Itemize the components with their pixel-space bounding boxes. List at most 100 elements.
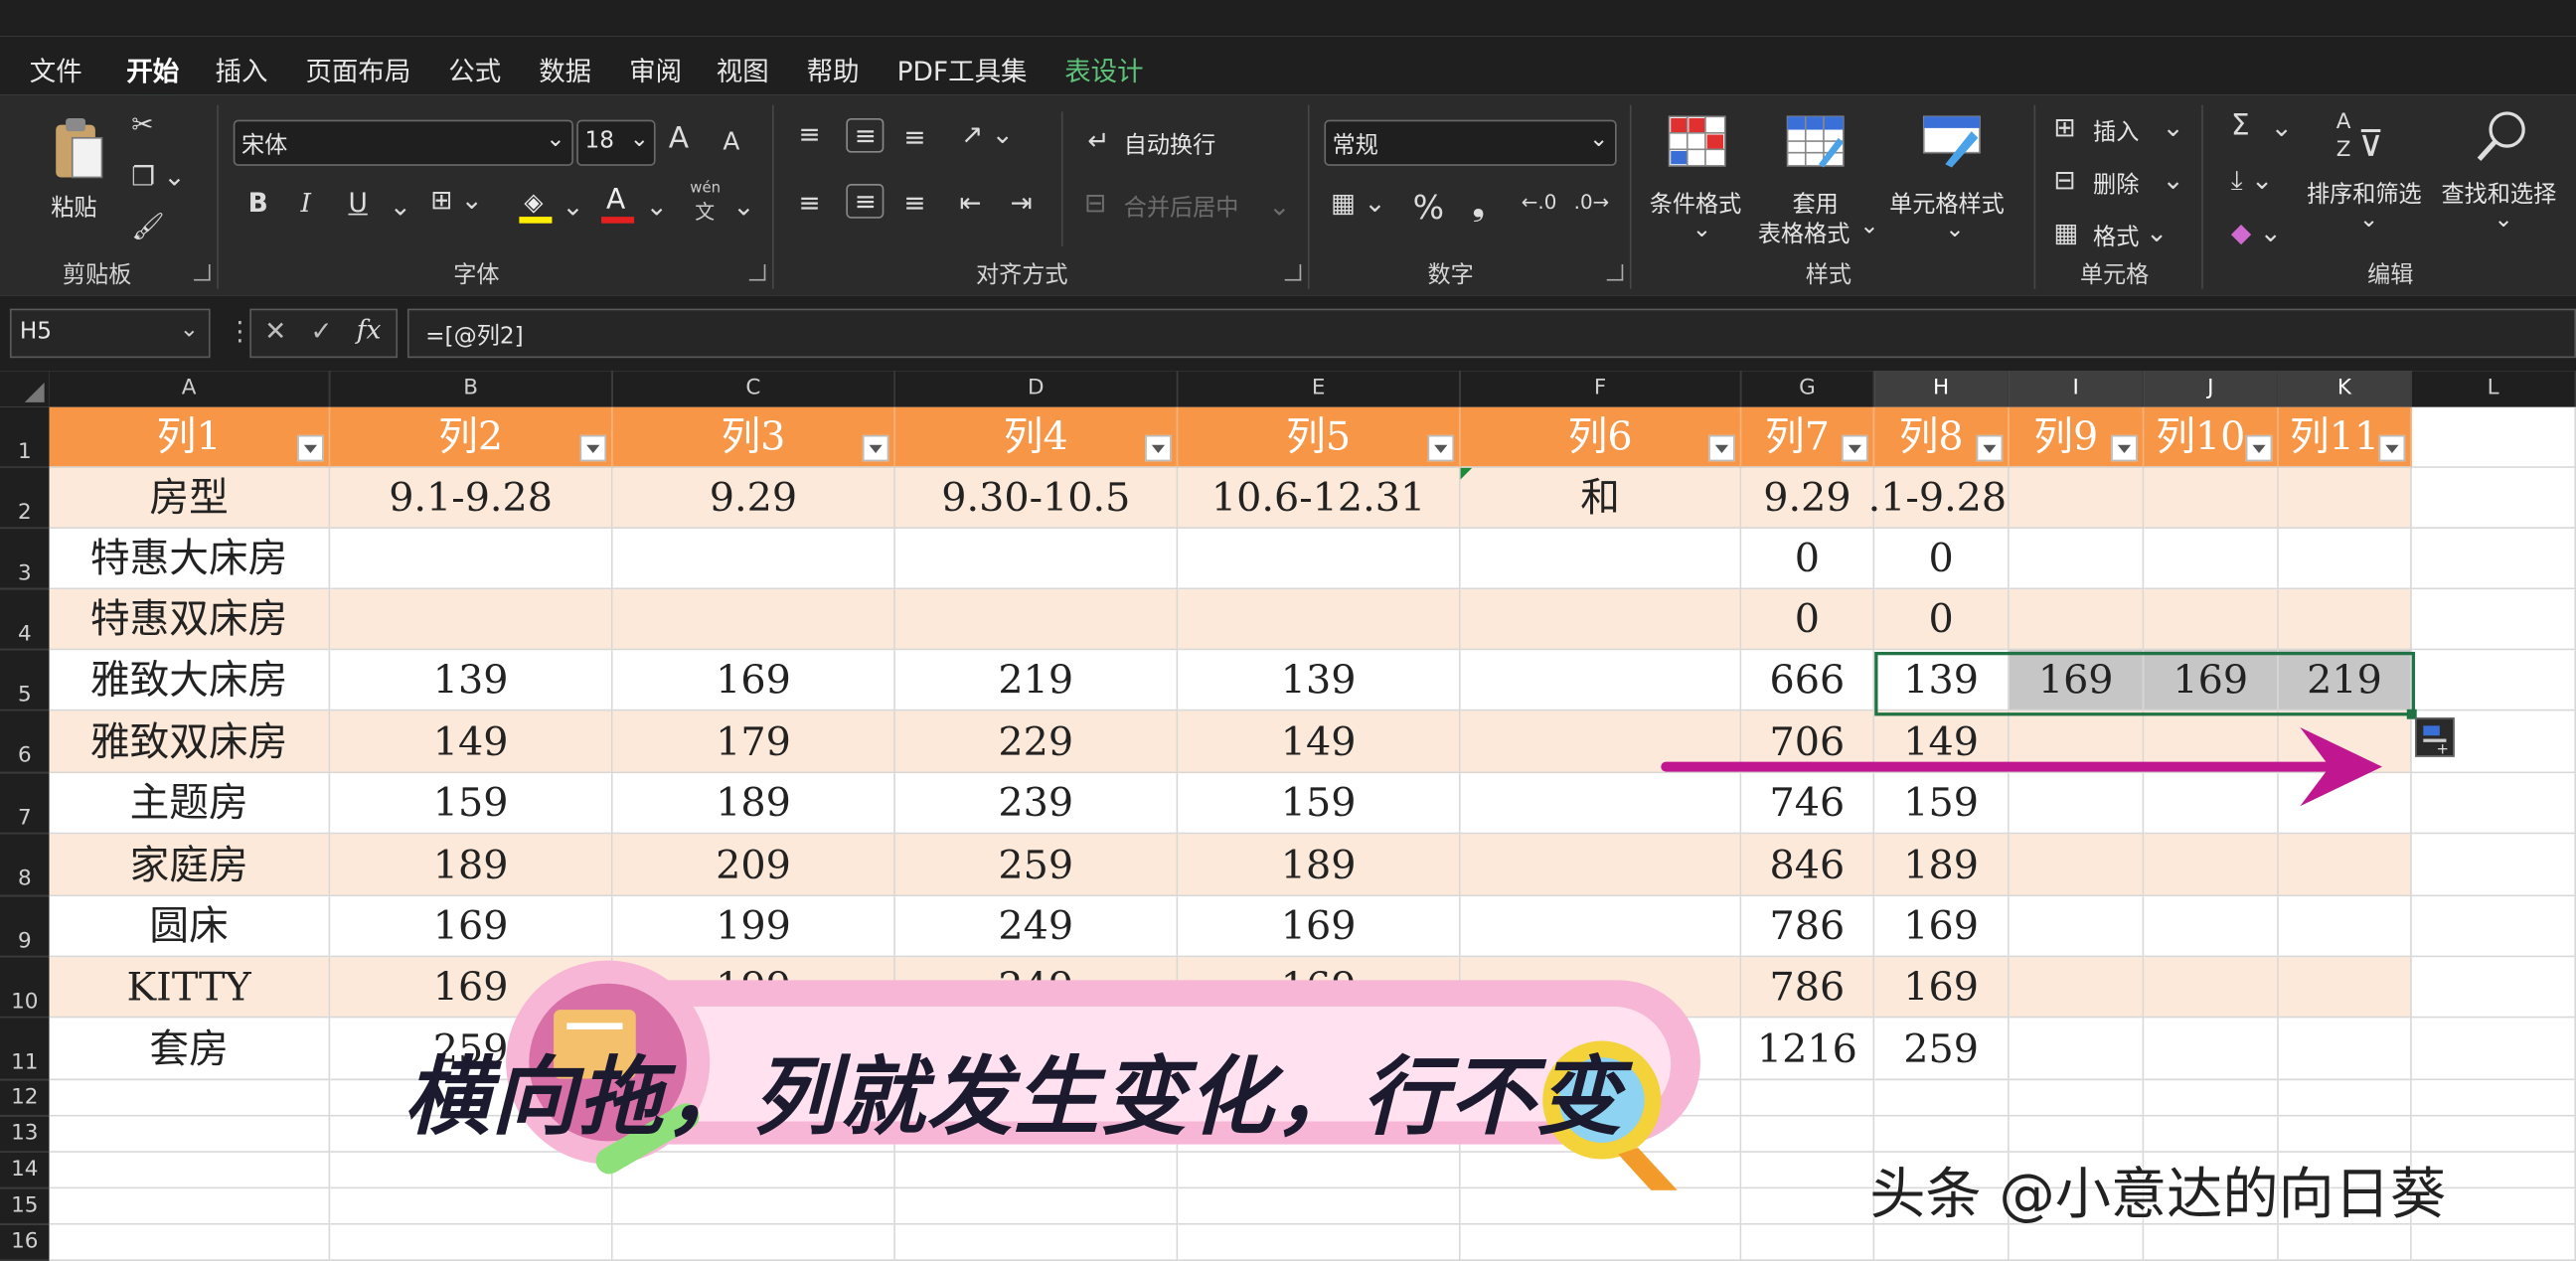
accounting-icon[interactable]: ▦ ⌄ xyxy=(1331,187,1386,218)
empty-cell[interactable] xyxy=(2411,834,2576,897)
column-header[interactable]: I xyxy=(2009,371,2145,407)
table-row-cell[interactable]: 159 xyxy=(1178,773,1461,835)
table-row-cell[interactable] xyxy=(1460,589,1742,651)
clear-icon[interactable]: ◆ ⌄ xyxy=(2231,217,2282,247)
table-row-cell[interactable]: 189 xyxy=(330,834,613,897)
table-row-cell[interactable] xyxy=(894,529,1179,590)
empty-cell[interactable] xyxy=(2009,1080,2145,1117)
percent-button[interactable]: % xyxy=(1413,187,1444,227)
sort-filter-button[interactable]: AZ ⊽ 排序和筛选 ⌄ xyxy=(2307,108,2432,252)
empty-cell[interactable] xyxy=(330,1188,613,1225)
empty-cell[interactable] xyxy=(49,1080,331,1117)
cell-styles-button[interactable]: 单元格样式 ⌄ xyxy=(1886,108,2017,252)
tab-1[interactable]: 文件 xyxy=(30,50,82,89)
filter-dropdown-icon[interactable] xyxy=(862,434,889,462)
number-format-select[interactable]: 常规 ⌄ xyxy=(1324,119,1617,166)
table-row-cell[interactable] xyxy=(2009,957,2145,1019)
table-row-cell[interactable]: 189 xyxy=(1874,834,2010,897)
empty-cell[interactable] xyxy=(612,1188,895,1225)
find-select-button[interactable]: 查找和选择 ⌄ xyxy=(2438,108,2566,252)
border-icon[interactable]: ⊞ ⌄ xyxy=(430,184,483,215)
empty-cell[interactable] xyxy=(1460,1188,1742,1225)
error-indicator-icon[interactable] xyxy=(1460,467,1473,480)
decrease-decimal-icon[interactable]: .0→ xyxy=(1574,191,1610,214)
table-row-cell[interactable]: 209 xyxy=(612,834,895,897)
column-header[interactable]: B xyxy=(330,371,613,407)
table-header-cell[interactable]: 列5 xyxy=(1178,406,1461,468)
row-header[interactable]: 8 xyxy=(0,834,50,897)
insert-cells-button[interactable]: 插入 xyxy=(2093,115,2139,148)
tab-8[interactable]: 视图 xyxy=(717,50,769,89)
table-row-cell[interactable]: 139 xyxy=(330,650,613,711)
row-header[interactable]: 5 xyxy=(0,650,50,711)
table-row-cell[interactable] xyxy=(2144,957,2279,1019)
table-row-cell[interactable]: 229 xyxy=(894,710,1179,774)
bold-button[interactable]: B xyxy=(248,187,268,218)
table-header-cell[interactable]: 列9 xyxy=(2009,406,2145,468)
wrap-text-button[interactable]: 自动换行 xyxy=(1124,128,1216,161)
table-row-cell[interactable] xyxy=(1178,529,1461,590)
table-row-cell[interactable]: 169 xyxy=(1874,957,2010,1019)
table-row-cell[interactable]: 特惠双床房 xyxy=(49,589,331,651)
empty-cell[interactable] xyxy=(49,1116,331,1153)
table-row-cell[interactable] xyxy=(1460,650,1742,711)
row-header[interactable]: 6 xyxy=(0,710,50,774)
table-row-cell[interactable]: 9.29 xyxy=(612,467,895,530)
quick-analysis-icon[interactable]: + xyxy=(2415,717,2455,758)
table-row-cell[interactable]: 666 xyxy=(1741,650,1875,711)
chevron-down-icon[interactable]: ⌄ xyxy=(1268,191,1290,222)
tab-10[interactable]: PDF工具集 xyxy=(897,50,1028,89)
empty-cell[interactable] xyxy=(2144,1080,2279,1117)
delete-cells-icon[interactable]: ⊟ xyxy=(2053,164,2075,195)
table-row-cell[interactable] xyxy=(2009,589,2145,651)
table-row-cell[interactable]: 239 xyxy=(894,773,1179,835)
table-header-cell[interactable]: 列8 xyxy=(1874,406,2010,468)
table-row-cell[interactable]: 169 xyxy=(2144,650,2279,711)
filter-dropdown-icon[interactable] xyxy=(1145,434,1172,462)
row-header[interactable]: 10 xyxy=(0,957,50,1019)
table-row-cell[interactable]: 9.30-10.5 xyxy=(894,467,1179,530)
grow-font-button[interactable]: A xyxy=(669,121,689,156)
row-header[interactable]: 9 xyxy=(0,896,50,958)
name-box[interactable]: H5 ⌄ xyxy=(9,308,211,359)
column-header[interactable]: L xyxy=(2411,371,2576,407)
table-row-cell[interactable] xyxy=(2009,529,2145,590)
tab-4[interactable]: 页面布局 xyxy=(305,50,410,89)
empty-cell[interactable] xyxy=(1874,1116,2010,1153)
insert-function-icon[interactable]: fx xyxy=(357,314,382,345)
insert-cells-icon[interactable]: ⊞ xyxy=(2053,111,2075,142)
empty-cell[interactable] xyxy=(2411,1080,2576,1117)
table-row-cell[interactable] xyxy=(2278,589,2412,651)
chevron-down-icon[interactable]: ⌄ xyxy=(2162,111,2183,142)
table-row-cell[interactable] xyxy=(1460,529,1742,590)
autosum-button[interactable]: Σ xyxy=(2231,108,2250,143)
format-cells-icon[interactable]: ▦ xyxy=(2053,217,2078,247)
table-row-cell[interactable] xyxy=(2144,467,2279,530)
table-row-cell[interactable] xyxy=(612,529,895,590)
table-row-cell[interactable]: 套房 xyxy=(49,1018,331,1081)
filter-dropdown-icon[interactable] xyxy=(2378,434,2406,462)
align-top-icon[interactable]: ≡ xyxy=(798,118,820,149)
table-row-cell[interactable]: 846 xyxy=(1741,834,1875,897)
table-row-cell[interactable]: 219 xyxy=(894,650,1179,711)
table-row-cell[interactable]: 0 xyxy=(1874,589,2010,651)
select-all-button[interactable] xyxy=(0,371,50,407)
table-row-cell[interactable]: 房型 xyxy=(49,467,331,530)
empty-cell[interactable] xyxy=(2411,589,2576,651)
column-header[interactable]: K xyxy=(2278,371,2412,407)
table-row-cell[interactable]: 259 xyxy=(894,834,1179,897)
table-row-cell[interactable]: 9.1-9.28 xyxy=(330,467,613,530)
underline-button[interactable]: U xyxy=(348,187,367,218)
empty-cell[interactable] xyxy=(2411,406,2576,468)
table-header-cell[interactable]: 列6 xyxy=(1460,406,1742,468)
filter-dropdown-icon[interactable] xyxy=(1976,434,2004,462)
italic-button[interactable]: I xyxy=(301,187,311,218)
table-row-cell[interactable]: .1-9.28 xyxy=(1868,467,2010,530)
comma-button[interactable]: ❟ xyxy=(1472,184,1485,224)
paste-button[interactable]: 粘贴 xyxy=(43,108,115,239)
row-header[interactable]: 11 xyxy=(0,1018,50,1081)
column-header[interactable]: H xyxy=(1874,371,2010,407)
table-row-cell[interactable] xyxy=(2144,834,2279,897)
table-row-cell[interactable] xyxy=(1178,589,1461,651)
filter-dropdown-icon[interactable] xyxy=(1708,434,1735,462)
